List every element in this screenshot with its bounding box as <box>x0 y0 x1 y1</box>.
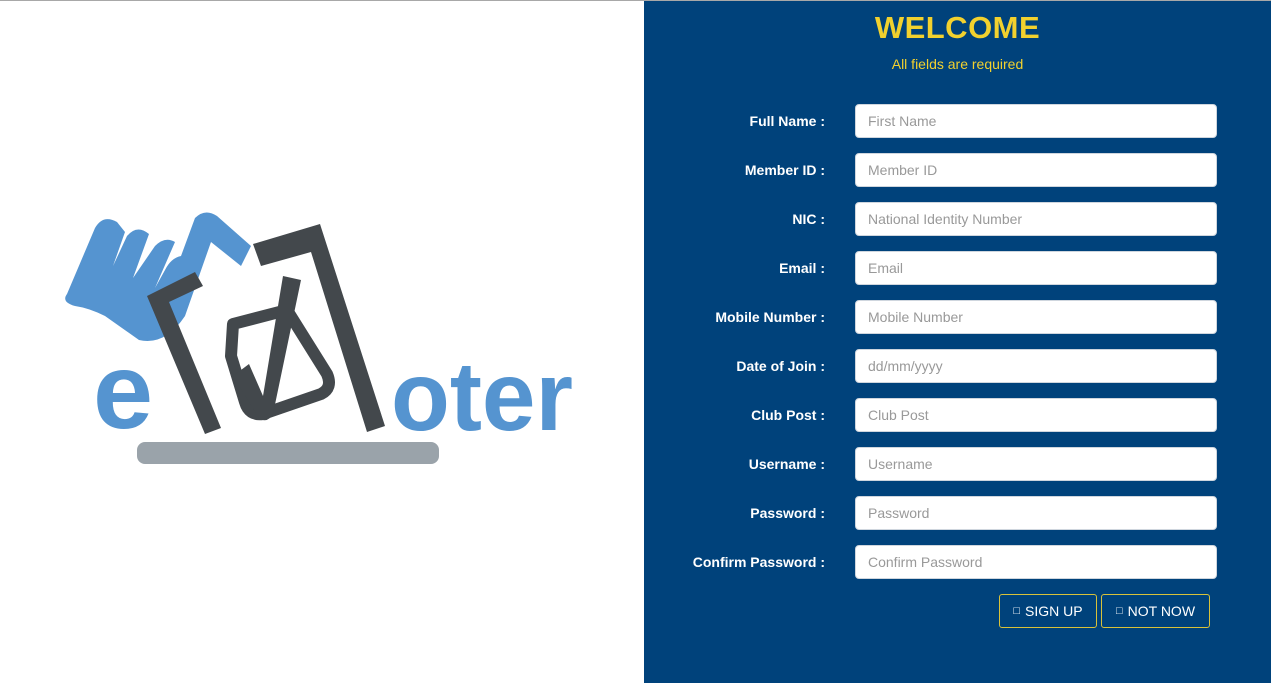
nic-label: NIC : <box>792 211 825 227</box>
form-row-full-name: Full Name : <box>644 104 1271 138</box>
full-name-label: Full Name : <box>749 113 825 129</box>
form-row-confirm-password: Confirm Password : <box>644 545 1271 579</box>
form-row-nic: NIC : <box>644 202 1271 236</box>
not-now-button[interactable]: □ NOT NOW <box>1101 594 1210 628</box>
logo-panel: e oter <box>0 1 644 683</box>
form-row-member-id: Member ID : <box>644 153 1271 187</box>
user-plus-icon: □ <box>1013 604 1021 617</box>
confirm-password-label: Confirm Password : <box>692 554 825 570</box>
mobile-number-label: Mobile Number : <box>715 309 825 325</box>
form-row-date-of-join: Date of Join : <box>644 349 1271 383</box>
date-of-join-input[interactable] <box>855 349 1217 383</box>
password-label: Password : <box>750 505 825 521</box>
form-row-email: Email : <box>644 251 1271 285</box>
mobile-number-input[interactable] <box>855 300 1217 334</box>
username-input[interactable] <box>855 447 1217 481</box>
club-post-label: Club Post : <box>751 407 825 423</box>
form-row-mobile: Mobile Number : <box>644 300 1271 334</box>
form-subtitle: All fields are required <box>891 56 1024 72</box>
logo-text-e: e <box>93 330 153 451</box>
form-row-club-post: Club Post : <box>644 398 1271 432</box>
email-input[interactable] <box>855 251 1217 285</box>
username-label: Username : <box>748 456 825 472</box>
form-row-username: Username : <box>644 447 1271 481</box>
nic-input[interactable] <box>855 202 1217 236</box>
form-row-password: Password : <box>644 496 1271 530</box>
signup-button[interactable]: □ SIGN UP <box>999 594 1097 628</box>
confirm-password-input[interactable] <box>855 545 1217 579</box>
evoter-logo: e oter <box>65 212 573 464</box>
not-now-button-label: NOT NOW <box>1127 603 1196 619</box>
signup-button-label: SIGN UP <box>1025 603 1083 619</box>
logo-text-oter: oter <box>391 341 573 451</box>
date-of-join-label: Date of Join : <box>736 358 825 374</box>
club-post-input[interactable] <box>855 398 1217 432</box>
page-title: WELCOME <box>874 10 1041 45</box>
password-input[interactable] <box>855 496 1217 530</box>
member-id-input[interactable] <box>855 153 1217 187</box>
email-label: Email : <box>779 260 825 276</box>
close-icon: □ <box>1115 604 1123 617</box>
member-id-label: Member ID : <box>744 162 825 178</box>
signup-form-panel: WELCOME All fields are required Full Nam… <box>644 1 1271 683</box>
full-name-input[interactable] <box>855 104 1217 138</box>
